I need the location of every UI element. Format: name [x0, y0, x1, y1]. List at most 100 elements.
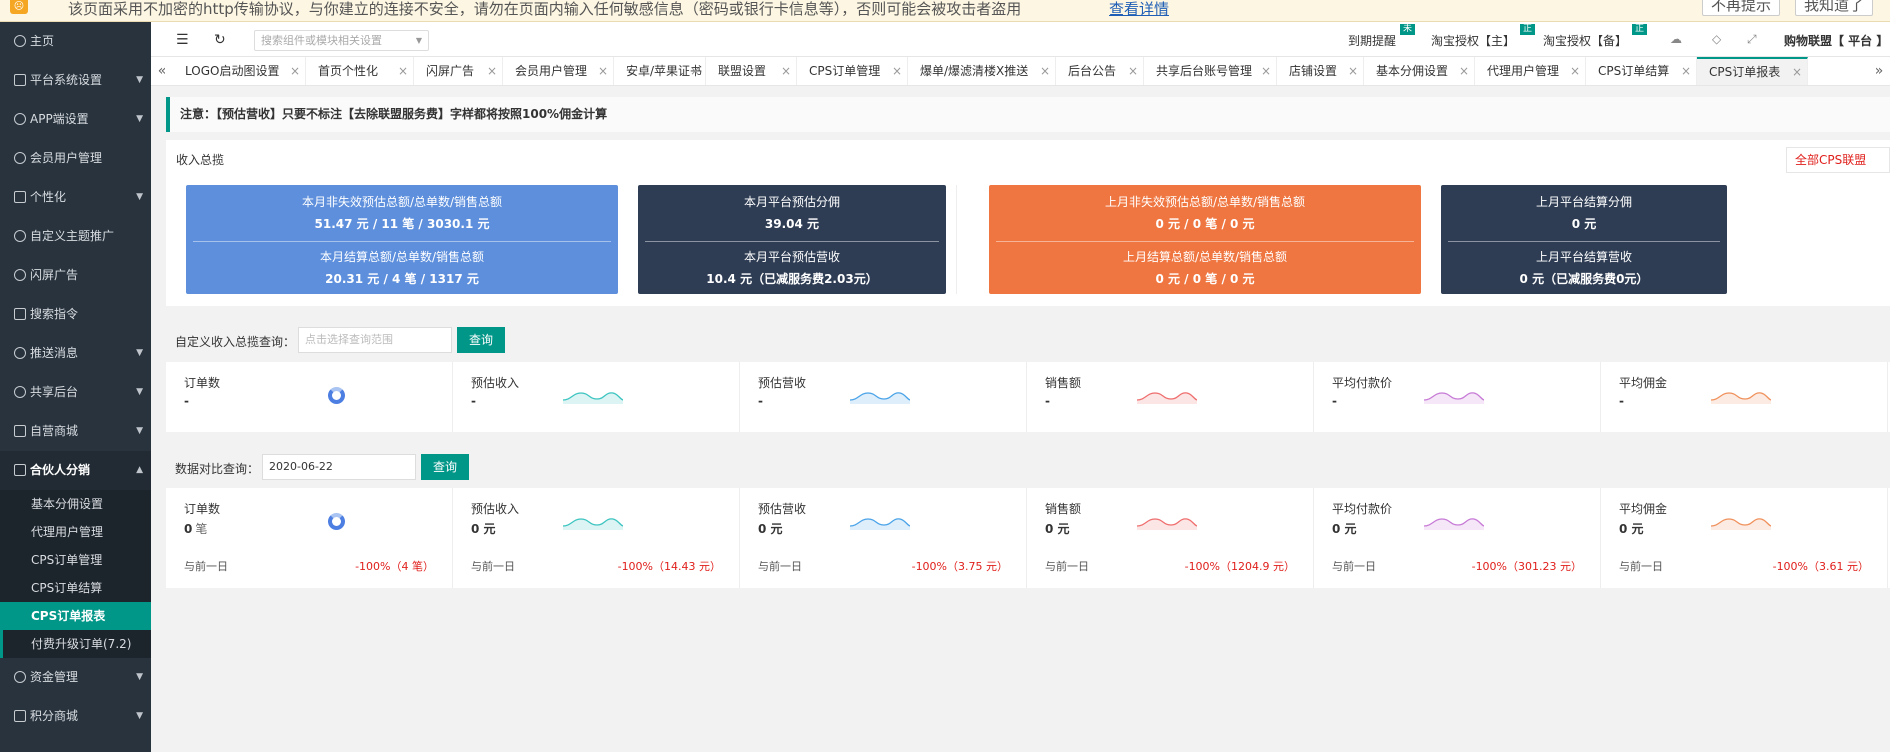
custom-query-button[interactable]: 查询 — [457, 327, 505, 353]
tab[interactable]: 爆单/爆滤清楼X推送 × — [908, 57, 1056, 85]
stat-cell: 平均付款价 0 元与前一日 -100%（301.23 元） — [1314, 488, 1601, 588]
close-icon[interactable]: × — [1261, 57, 1271, 85]
submenu-item[interactable]: CPS订单管理 — [0, 546, 151, 574]
tab[interactable]: 店铺设置 × — [1277, 57, 1364, 85]
date-range-input[interactable]: 点击选择查询范围 — [298, 327, 452, 353]
sidebar-item[interactable]: 推送消息 ▼ — [0, 334, 151, 373]
tab[interactable]: 基本分佣设置 × — [1364, 57, 1475, 85]
card-value: 39.04 元 — [764, 217, 820, 231]
sparkline-icon — [1137, 518, 1197, 530]
close-icon[interactable]: × — [690, 57, 700, 85]
sidebar-item[interactable]: 积分商城 ▼ — [0, 697, 151, 736]
stat-cell: 订单数 0 笔与前一日 -100%（4 笔） — [166, 488, 453, 588]
close-icon[interactable]: × — [1128, 57, 1138, 85]
module-search-input[interactable]: 搜索组件或模块相关设置 ▼ — [254, 30, 429, 51]
taobao-backup-badge: 正 — [1632, 24, 1648, 35]
alliance-switch[interactable]: 购物联盟【 平台 】 — [1784, 32, 1888, 49]
menu-item-icon — [14, 463, 26, 476]
sidebar-item[interactable]: 主页 — [0, 22, 151, 61]
close-icon[interactable]: × — [1348, 57, 1358, 85]
tab[interactable]: CPS订单管理 × — [797, 57, 908, 85]
card-value: 20.31 元 / 4 笔 / 1317 元 — [325, 272, 479, 286]
stat-cell: 平均佣金 0 元与前一日 -100%（3.61 元） — [1601, 488, 1888, 588]
got-it-button[interactable]: 我知道了 — [1795, 0, 1874, 16]
close-icon[interactable]: × — [487, 57, 497, 85]
submenu-item[interactable]: 基本分佣设置 — [0, 490, 151, 518]
close-icon[interactable]: × — [892, 57, 902, 85]
card-divider — [645, 241, 939, 242]
sidebar-item[interactable]: 闪屏广告 — [0, 256, 151, 295]
compare-change: -100%（4 笔） — [355, 560, 434, 573]
sidebar-item-label: 自定义主题推广 — [30, 229, 115, 243]
sidebar-item[interactable]: APP端设置 ▼ — [0, 100, 151, 139]
tab[interactable]: 代理用户管理 × — [1475, 57, 1586, 85]
card-value: 0 元 / 0 笔 / 0 元 — [1155, 272, 1255, 286]
select-value: 全部CPS联盟 — [1795, 153, 1867, 167]
close-icon[interactable]: × — [1681, 57, 1691, 85]
stat-label: 销售额 — [1045, 376, 1082, 390]
tag-icon[interactable]: ◇ — [1712, 32, 1721, 46]
theme-icon[interactable]: ☁ — [1670, 32, 1682, 46]
sidebar-item[interactable]: 自营商城 ▼ — [0, 412, 151, 451]
tab-label: CPS订单结算 — [1598, 64, 1670, 78]
sidebar-item[interactable]: 资金管理 ▼ — [0, 658, 151, 697]
tab[interactable]: 会员用户管理 × — [503, 57, 614, 85]
sparkline-icon — [850, 518, 910, 530]
sparkline-icon — [563, 518, 623, 530]
close-icon[interactable]: × — [598, 57, 608, 85]
sparkline-icon — [563, 392, 623, 404]
tab[interactable]: 后台公告 × — [1056, 57, 1144, 85]
tab[interactable]: 安卓/苹果证书 × — [614, 57, 706, 85]
stat-value: - — [1619, 394, 1624, 408]
sidebar-item-label: 推送消息 — [30, 346, 79, 360]
submenu-item[interactable]: CPS订单结算 — [0, 574, 151, 602]
sidebar-item[interactable]: 平台系统设置 ▼ — [0, 61, 151, 100]
tab[interactable]: CPS订单报表 × — [1697, 57, 1808, 85]
submenu-item[interactable]: CPS订单报表 — [0, 602, 151, 630]
sidebar-item[interactable]: 个性化 ▼ — [0, 178, 151, 217]
submenu-item[interactable]: 付费升级订单(7.2) — [0, 630, 151, 658]
close-icon[interactable]: × — [781, 57, 791, 85]
expire-reminder[interactable]: 到期提醒 — [1348, 32, 1396, 49]
sidebar-item-label: 自营商城 — [30, 424, 79, 438]
close-icon[interactable]: × — [290, 57, 300, 85]
compare-query-button[interactable]: 查询 — [421, 454, 469, 480]
tab[interactable]: 闪屏广告 × — [414, 57, 503, 85]
tab[interactable]: 联盟设置 × — [706, 57, 797, 85]
close-icon[interactable]: × — [398, 57, 408, 85]
submenu-item[interactable]: 代理用户管理 — [0, 518, 151, 546]
tabs-scroll-left-icon[interactable]: « — [151, 57, 173, 85]
dont-show-again-button[interactable]: 不再提示 — [1702, 0, 1781, 16]
stat-number: - — [758, 394, 763, 408]
taobao-auth-main[interactable]: 淘宝授权【主】 — [1431, 32, 1515, 49]
sidebar-item[interactable]: 会员用户管理 — [0, 139, 151, 178]
sidebar-item[interactable]: 搜索指令 — [0, 295, 151, 334]
cps-alliance-select[interactable]: 全部CPS联盟 — [1786, 147, 1890, 173]
loading-spinner-icon — [328, 387, 345, 404]
sidebar-item-label: 会员用户管理 — [30, 151, 103, 165]
tab[interactable]: 首页个性化 × — [306, 57, 414, 85]
summary-card: 本月平台预估分佣 39.04 元本月平台预估营收 10.4 元（已减服务费2.03元… — [638, 185, 946, 294]
close-icon[interactable]: × — [1040, 57, 1050, 85]
sidebar-item[interactable]: 自定义主题推广 — [0, 217, 151, 256]
tab[interactable]: LOGO启动图设置 × — [173, 57, 306, 85]
tabs-scroll-right-icon[interactable]: » — [1868, 57, 1890, 85]
tab[interactable]: CPS订单结算 × — [1586, 57, 1697, 85]
menu-toggle-icon[interactable]: ☰ — [176, 32, 189, 48]
sidebar-item[interactable]: 共享后台 ▼ — [0, 373, 151, 412]
fullscreen-icon[interactable]: ⤢ — [1747, 32, 1757, 47]
tab[interactable]: 共享后台账号管理 × — [1144, 57, 1277, 85]
tab-label: 闪屏广告 — [426, 64, 475, 78]
tab-label: 会员用户管理 — [515, 64, 588, 78]
close-icon[interactable]: × — [1792, 59, 1802, 85]
close-icon[interactable]: × — [1459, 57, 1469, 85]
card-value: 0 元（已减服务费0元） — [1519, 272, 1649, 286]
stat-label: 平均佣金 — [1619, 376, 1668, 390]
refresh-icon[interactable]: ↻ — [214, 32, 226, 48]
taobao-auth-backup[interactable]: 淘宝授权【备】 — [1543, 32, 1627, 49]
close-icon[interactable]: × — [1570, 57, 1580, 85]
compare-label: 与前一日 — [1045, 560, 1089, 573]
warning-details-link[interactable]: 查看详情 — [1109, 0, 1169, 19]
sidebar-item[interactable]: 合伙人分销 ▲ — [0, 451, 151, 490]
compare-date-input[interactable]: 2020-06-22 — [262, 454, 416, 480]
